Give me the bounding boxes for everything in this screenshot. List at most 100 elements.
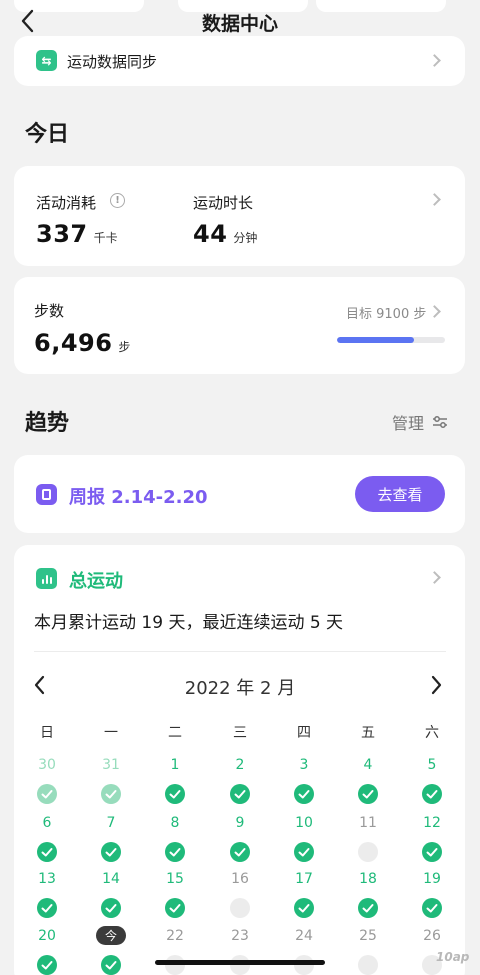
chevron-right-icon — [428, 54, 441, 67]
manage-button[interactable]: 管理 — [392, 410, 448, 434]
steps-progress-fill — [337, 337, 414, 343]
steps-unit: 步 — [118, 340, 131, 354]
calendar-day[interactable]: 24 — [284, 928, 324, 944]
duration-unit: 分钟 — [233, 231, 258, 245]
calories-label: 活动消耗 — [36, 194, 97, 212]
total-title: 总运动 — [69, 571, 123, 592]
weekday-label: 四 — [297, 725, 311, 741]
check-icon — [422, 784, 442, 804]
watermark-logo: 10ap — [436, 950, 470, 964]
calendar-day[interactable]: 1 — [155, 757, 195, 773]
bar-chart-icon — [36, 568, 57, 589]
check-icon — [422, 898, 442, 918]
weekly-report-label: 周报 2.14-2.20 — [69, 487, 208, 508]
next-month-button[interactable] — [431, 675, 449, 697]
calendar-day[interactable]: 26 — [412, 928, 452, 944]
steps-value: 6,496 — [34, 329, 113, 357]
month-label: 2022 年 2 月 — [184, 678, 296, 699]
weekday-label: 三 — [233, 725, 247, 741]
today-title: 今日 — [25, 122, 70, 147]
calendar-day[interactable]: 9 — [220, 815, 260, 831]
check-icon — [230, 842, 250, 862]
calories-value-group: 337 千卡 — [36, 220, 118, 248]
check-icon — [358, 898, 378, 918]
calendar-day[interactable]: 30 — [27, 757, 67, 773]
check-icon — [37, 898, 57, 918]
calendar-day[interactable]: 4 — [348, 757, 388, 773]
check-icon — [165, 898, 185, 918]
chevron-right-icon — [428, 193, 441, 206]
chevron-right-icon[interactable] — [428, 571, 441, 584]
check-icon — [294, 898, 314, 918]
steps-goal: 目标 9100 步 — [346, 307, 427, 322]
check-icon — [422, 842, 442, 862]
calendar-day[interactable]: 3 — [284, 757, 324, 773]
steps-progress-bar — [337, 337, 445, 343]
check-icon — [101, 898, 121, 918]
chevron-right-icon — [431, 675, 442, 695]
steps-card[interactable]: 步数 6,496 步 目标 9100 步 — [14, 277, 465, 374]
report-icon — [36, 484, 57, 505]
calendar-today-badge[interactable]: 今 — [96, 926, 126, 945]
empty-day-marker — [294, 955, 314, 975]
calendar-day[interactable]: 23 — [220, 928, 260, 944]
view-report-button[interactable]: 去查看 — [355, 476, 445, 512]
calendar-day[interactable]: 5 — [412, 757, 452, 773]
weekday-label: 日 — [40, 725, 54, 741]
empty-day-marker — [358, 955, 378, 975]
check-icon — [37, 955, 57, 975]
check-icon — [358, 784, 378, 804]
info-icon[interactable]: ! — [110, 193, 125, 208]
calendar-day[interactable]: 17 — [284, 871, 324, 887]
empty-day-marker — [358, 842, 378, 862]
calendar-day[interactable]: 2 — [220, 757, 260, 773]
calendar-day[interactable]: 12 — [412, 815, 452, 831]
calories-unit: 千卡 — [93, 231, 118, 245]
check-icon — [165, 842, 185, 862]
calendar-day[interactable]: 20 — [27, 928, 67, 944]
home-indicator[interactable] — [155, 960, 325, 965]
calendar-day[interactable]: 16 — [220, 871, 260, 887]
month-summary: 本月累计运动 19 天，最近连续运动 5 天 — [34, 613, 344, 633]
calendar-day[interactable]: 19 — [412, 871, 452, 887]
sync-card[interactable]: ⇆ 运动数据同步 — [14, 36, 465, 86]
duration-value: 44 — [193, 220, 228, 248]
sync-label: 运动数据同步 — [67, 53, 158, 71]
check-icon — [294, 784, 314, 804]
empty-day-marker — [230, 898, 250, 918]
calendar-day[interactable]: 31 — [91, 757, 131, 773]
trend-title: 趋势 — [25, 411, 70, 436]
activity-card[interactable]: 活动消耗 ! 337 千卡 运动时长 44 分钟 — [14, 166, 465, 266]
calendar-day[interactable]: 15 — [155, 871, 195, 887]
sync-icon: ⇆ — [36, 50, 57, 71]
page-title: 数据中心 — [201, 13, 278, 35]
chevron-right-icon — [428, 305, 441, 318]
steps-value-group: 6,496 步 — [34, 329, 130, 357]
calendar-day[interactable]: 6 — [27, 815, 67, 831]
check-icon — [101, 842, 121, 862]
weekday-label: 二 — [168, 725, 182, 741]
weekday-label: 一 — [104, 725, 118, 741]
calendar-day[interactable]: 22 — [155, 928, 195, 944]
calendar-day[interactable]: 13 — [27, 871, 67, 887]
check-icon — [230, 784, 250, 804]
check-icon — [101, 955, 121, 975]
calendar-day[interactable]: 14 — [91, 871, 131, 887]
calendar-day[interactable]: 7 — [91, 815, 131, 831]
calendar-day[interactable]: 18 — [348, 871, 388, 887]
check-icon — [101, 784, 121, 804]
calendar-day[interactable]: 10 — [284, 815, 324, 831]
calendar-day[interactable]: 25 — [348, 928, 388, 944]
steps-label: 步数 — [34, 302, 65, 320]
duration-label: 运动时长 — [193, 194, 254, 212]
check-icon — [37, 842, 57, 862]
check-icon — [37, 784, 57, 804]
weekday-label: 六 — [425, 725, 439, 741]
check-icon — [294, 842, 314, 862]
empty-day-marker — [230, 955, 250, 975]
divider — [34, 651, 446, 652]
calendar-day[interactable]: 11 — [348, 815, 388, 831]
calendar-day[interactable]: 8 — [155, 815, 195, 831]
empty-day-marker — [165, 955, 185, 975]
check-icon — [165, 784, 185, 804]
